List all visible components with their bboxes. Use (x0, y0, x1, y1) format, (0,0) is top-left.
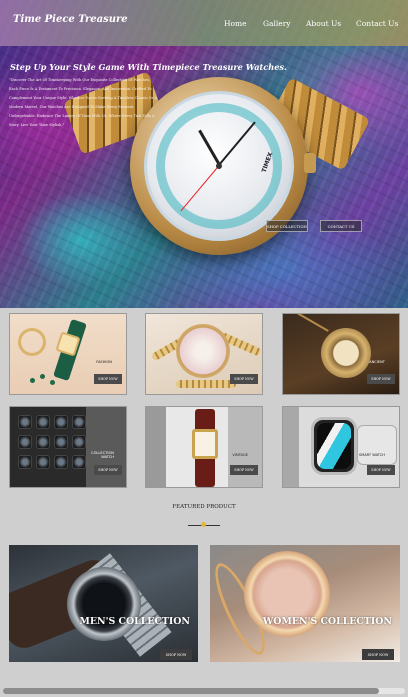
overlay-panel (146, 407, 166, 487)
divider-dot (201, 522, 206, 527)
nav-contact-us[interactable]: Contact Us (356, 19, 398, 28)
watch-face-image (192, 429, 218, 459)
card-label: FASHION (96, 360, 112, 364)
shop-now-button[interactable]: SHOP NOW (160, 649, 192, 660)
overlay-panel (86, 407, 126, 487)
product-card-smart-watch[interactable]: SMART WATCH SHOP NOW (282, 406, 400, 488)
watch-slot (18, 415, 32, 429)
overlay-panel (228, 407, 262, 487)
contact-us-button[interactable]: CONTACT US (320, 220, 362, 232)
mens-watch-image (67, 567, 141, 641)
top-navbar: Time Piece Treasure Home Gallery About U… (0, 0, 408, 46)
mens-collection-label: MEN'S COLLECTION (79, 616, 190, 627)
overlay-panel (283, 407, 299, 487)
shop-now-button[interactable]: SHOP NOW (94, 465, 122, 475)
nav-about-us[interactable]: About Us (306, 19, 341, 28)
watch-slot (36, 415, 50, 429)
pocket-watch-image (321, 328, 371, 378)
hero-title: Step Up Your Style Game With Timepiece T… (10, 62, 287, 72)
watch-center-pin (216, 163, 222, 169)
nav-home[interactable]: Home (224, 19, 247, 28)
hero-description: "Discover The Art Of Timekeeping With Ou… (9, 78, 158, 127)
card-label: SMART WATCH (358, 453, 385, 457)
watch-band-image (357, 425, 397, 465)
watch-slot (18, 435, 32, 449)
watch-slot (72, 415, 86, 429)
card-label: COLLECTION WATCH (91, 451, 114, 459)
watch-face-image (176, 324, 230, 378)
bangle-image (18, 328, 46, 356)
shop-collection-button[interactable]: SHOP COLLECTION (266, 220, 308, 232)
shop-now-button[interactable]: SHOP NOW (367, 374, 395, 384)
shop-now-button[interactable]: SHOP NOW (230, 374, 258, 384)
hero-banner: TIMEX Step Up Your Style Game With Timep… (0, 0, 408, 308)
scrollbar-thumb[interactable] (3, 688, 379, 694)
shop-now-button[interactable]: SHOP NOW (367, 465, 395, 475)
shop-now-button[interactable]: SHOP NOW (94, 374, 122, 384)
watch-slot (72, 435, 86, 449)
watch-slot (36, 455, 50, 469)
brand-logo[interactable]: Time Piece Treasure (13, 14, 128, 25)
watch-slot (54, 415, 68, 429)
watch-crown (304, 153, 316, 173)
smart-watch-screen (317, 423, 351, 469)
product-card-fashion[interactable]: FASHION SHOP NOW (9, 313, 127, 395)
watch-slot (18, 455, 32, 469)
product-card-bracelet[interactable]: SHOP NOW (145, 313, 263, 395)
featured-product-heading: FEATURED PRODUCT (172, 504, 236, 510)
shop-now-button[interactable]: SHOP NOW (230, 465, 258, 475)
watch-slot (54, 455, 68, 469)
card-label: ANCIENT (369, 360, 385, 364)
earring-image (50, 380, 55, 385)
watch-chain-image (293, 314, 329, 332)
card-label: VINTAGE (232, 453, 248, 457)
watch-slot (36, 435, 50, 449)
womens-collection-card[interactable]: WOMEN'S COLLECTION SHOP NOW (210, 545, 400, 662)
earring-image (40, 374, 45, 379)
bracelet-image (176, 380, 236, 388)
mens-collection-card[interactable]: MEN'S COLLECTION SHOP NOW (9, 545, 198, 662)
nav-gallery[interactable]: Gallery (263, 19, 291, 28)
shop-now-button[interactable]: SHOP NOW (362, 649, 394, 660)
ring-image (30, 378, 35, 383)
product-card-vintage[interactable]: VINTAGE SHOP NOW (145, 406, 263, 488)
watch-slot (72, 455, 86, 469)
product-card-ancient[interactable]: ANCIENT SHOP NOW (282, 313, 400, 395)
watch-slot (54, 435, 68, 449)
product-card-collection-watch[interactable]: COLLECTION WATCH SHOP NOW (9, 406, 127, 488)
womens-collection-label: WOMEN'S COLLECTION (262, 616, 392, 627)
